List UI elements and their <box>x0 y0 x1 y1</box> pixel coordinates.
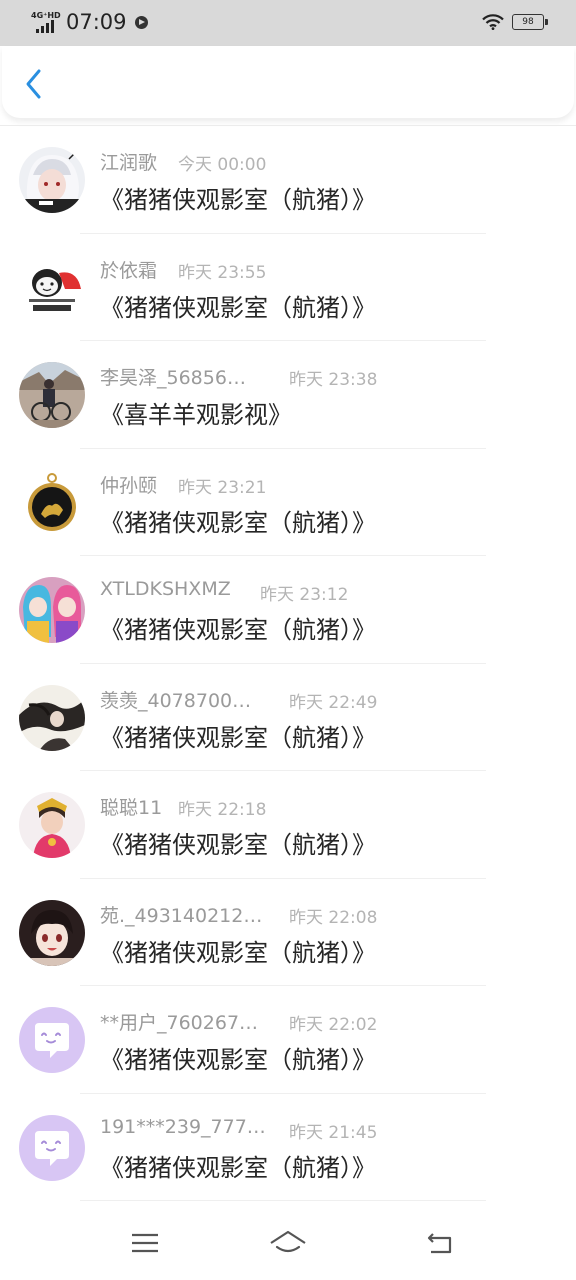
cyclist-photo-avatar[interactable] <box>19 362 85 428</box>
home-button[interactable] <box>266 1223 310 1263</box>
sender-name: 仲孙颐 <box>100 474 158 497</box>
signal-icon: 4G⁺HD <box>30 9 62 35</box>
sender-name: 於依霜 <box>100 259 158 282</box>
nav-header <box>2 46 574 118</box>
list-item[interactable]: 羡羡_4078700… 昨天 22:49 《猪猪侠观影室（航猪）》 <box>0 664 576 772</box>
back-button[interactable] <box>16 66 52 102</box>
message-text: 《猪猪侠观影室（航猪）》 <box>100 723 376 752</box>
message-time: 昨天 22:02 <box>289 1015 378 1035</box>
status-left: 4G⁺HD 07:09 <box>30 9 148 35</box>
message-text: 《猪猪侠观影室（航猪）》 <box>100 1153 376 1182</box>
message-time: 昨天 22:18 <box>178 800 267 820</box>
anime-girl-avatar[interactable] <box>19 899 85 966</box>
pocket-watch-avatar[interactable] <box>19 469 85 536</box>
message-text: 《猪猪侠观影室（航猪）》 <box>100 831 376 859</box>
status-right: 98 <box>482 14 548 30</box>
anime-twins-avatar[interactable] <box>19 577 85 643</box>
battery-icon: 98 <box>512 14 548 30</box>
system-nav-bar <box>0 1205 576 1280</box>
ink-painting-avatar[interactable] <box>19 684 85 751</box>
menu-icon <box>132 1233 158 1253</box>
list-item[interactable]: 仲孙颐 昨天 23:21 《猪猪侠观影室（航猪）》 <box>0 449 576 557</box>
sender-name: **用户_760267… <box>100 1012 259 1034</box>
list-item[interactable]: XTLDKSHXMZ 昨天 23:12 《猪猪侠观影室（航猪）》 <box>0 556 576 664</box>
sender-name: 191***239_777… <box>100 1115 266 1138</box>
network-type: 4G⁺HD <box>31 11 61 20</box>
sender-name: 羡羡_4078700… <box>100 689 252 712</box>
anime-white-hair-avatar[interactable] <box>19 147 85 213</box>
list-item[interactable]: **用户_760267… 昨天 22:02 《猪猪侠观影室（航猪）》 <box>0 986 576 1094</box>
message-time: 昨天 23:38 <box>289 370 378 390</box>
list-item[interactable]: 於依霜 昨天 23:55 《猪猪侠观影室（航猪）》 <box>0 234 576 342</box>
sender-name: 李昊泽_56856… <box>100 367 246 389</box>
message-time: 昨天 23:21 <box>178 477 267 498</box>
default-chat-avatar[interactable] <box>19 1007 85 1073</box>
message-time: 昨天 23:55 <box>178 262 267 283</box>
message-time: 昨天 23:12 <box>260 585 349 605</box>
back-nav-button[interactable] <box>418 1223 462 1263</box>
status-bar: 4G⁺HD 07:09 98 <box>0 0 576 46</box>
list-item[interactable]: 191***239_777… 昨天 21:45 《猪猪侠观影室（航猪）》 <box>0 1094 576 1202</box>
message-text: 《喜羊羊观影视》 <box>100 401 292 429</box>
list-item[interactable]: 李昊泽_56856… 昨天 23:38 《喜羊羊观影视》 <box>0 341 576 449</box>
list-item[interactable]: 聪聪11 昨天 22:18 《猪猪侠观影室（航猪）》 <box>0 771 576 879</box>
list-item[interactable]: 苑._493140212… 昨天 22:08 《猪猪侠观影室（航猪）》 <box>0 879 576 987</box>
sender-name: XTLDKSHXMZ <box>100 578 231 600</box>
message-list: 江润歌 今天 00:00 《猪猪侠观影室（航猪）》 於依霜 昨天 23:55 《… <box>0 125 576 1201</box>
default-chat-avatar[interactable] <box>19 1114 85 1181</box>
message-text: 《猪猪侠观影室（航猪）》 <box>100 1046 376 1074</box>
message-text: 《猪猪侠观影室（航猪）》 <box>100 508 376 537</box>
back-arrow-icon <box>427 1233 452 1254</box>
home-icon <box>270 1230 306 1253</box>
sender-name: 苑._493140212… <box>100 904 263 927</box>
menu-button[interactable] <box>123 1223 167 1263</box>
message-time: 今天 00:00 <box>178 155 267 175</box>
wifi-icon <box>482 14 504 30</box>
message-time: 昨天 22:49 <box>289 692 378 713</box>
message-time: 昨天 21:45 <box>289 1122 378 1143</box>
message-text: 《猪猪侠观影室（航猪）》 <box>100 938 376 967</box>
sender-name: 江润歌 <box>100 152 158 174</box>
message-text: 《猪猪侠观影室（航猪）》 <box>100 186 376 214</box>
sender-name: 聪聪11 <box>100 797 163 819</box>
message-text: 《猪猪侠观影室（航猪）》 <box>100 293 376 322</box>
message-time: 昨天 22:08 <box>289 907 378 928</box>
list-item[interactable]: 江润歌 今天 00:00 《猪猪侠观影室（航猪）》 <box>0 126 576 234</box>
costume-girl-avatar[interactable] <box>19 792 85 858</box>
meme-avatar[interactable] <box>19 254 85 321</box>
status-time: 07:09 <box>66 10 127 34</box>
message-text: 《猪猪侠观影室（航猪）》 <box>100 616 376 644</box>
chevron-left-icon <box>26 69 41 99</box>
app-notification-icon <box>134 15 148 29</box>
